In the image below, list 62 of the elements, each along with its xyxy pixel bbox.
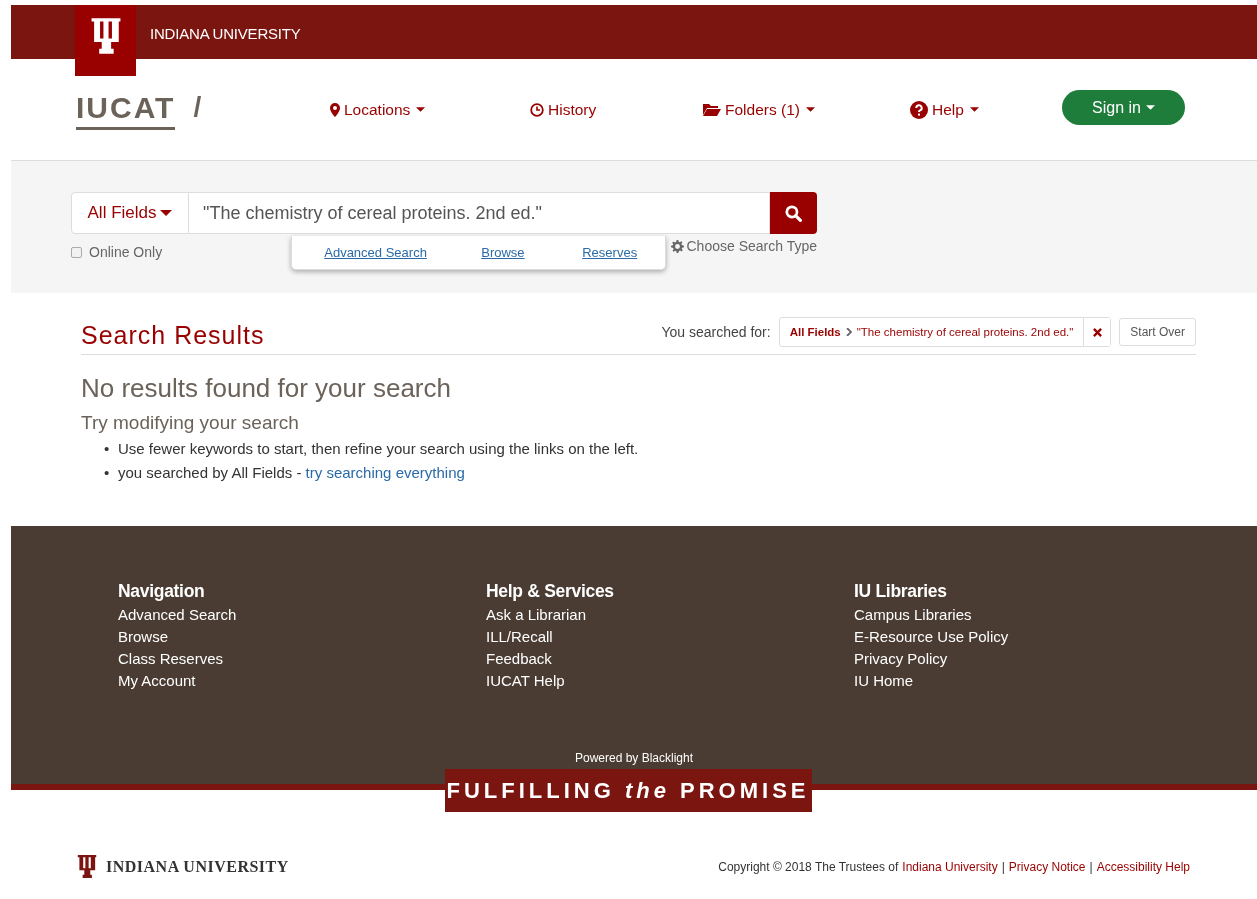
- gear-icon: [670, 239, 684, 253]
- footer-link[interactable]: Class Reserves: [118, 648, 486, 670]
- logo-slash: /: [193, 91, 202, 123]
- search-field-dropdown[interactable]: All Fields: [71, 192, 189, 234]
- footer-link[interactable]: Campus Libraries: [854, 604, 1222, 626]
- search-type-link[interactable]: Browse: [481, 245, 583, 260]
- caret-icon: [160, 210, 173, 216]
- caret-icon: [1145, 105, 1155, 110]
- choose-search-type-link[interactable]: Choose Search Type: [670, 238, 817, 254]
- bullet: •: [104, 464, 111, 482]
- close-icon: [1092, 327, 1102, 337]
- nav-link[interactable]: Folders (1): [703, 100, 910, 119]
- help-icon: [910, 100, 928, 119]
- online-only-checkbox[interactable]: Online Only: [71, 244, 292, 260]
- search-results-title: Search Results: [81, 321, 265, 350]
- folder-icon: [703, 103, 721, 116]
- search-type-link[interactable]: Reserves: [582, 245, 638, 260]
- trident-logo[interactable]: [75, 5, 136, 76]
- powered-by-text: Powered by Blacklight: [573, 751, 695, 765]
- nav-link[interactable]: Help: [910, 100, 1062, 119]
- chevron-icon: [845, 328, 852, 336]
- search-everything-link[interactable]: try searching everything: [305, 464, 465, 482]
- link-separator: |: [1089, 859, 1093, 874]
- footer-link[interactable]: Feedback: [486, 648, 854, 670]
- map-pin-icon: [330, 102, 340, 117]
- clock-icon: [530, 102, 544, 117]
- footer-link[interactable]: Browse: [118, 626, 486, 648]
- suggestion-text: Use fewer keywords to start, then refine your search using the links on the left.: [118, 440, 639, 458]
- footer-heading: Help & Services: [486, 581, 615, 602]
- bullet: •: [104, 440, 111, 458]
- nav-link[interactable]: Locations: [330, 100, 530, 119]
- slogan-banner: FULFILLING the PROMISE: [444, 769, 812, 812]
- footer-link[interactable]: Privacy Policy: [854, 648, 1222, 670]
- searched-for-label: You searched for:: [661, 324, 771, 340]
- footer-heading: Navigation: [118, 581, 206, 602]
- footer-heading: IU Libraries: [854, 581, 948, 602]
- site-logo[interactable]: IUCAT: [76, 91, 176, 130]
- footer-link[interactable]: Advanced Search: [118, 604, 486, 626]
- footer-link[interactable]: E-Resource Use Policy: [854, 626, 1222, 648]
- copyright-text: Copyright © 2018 The Trustees of: [718, 859, 899, 874]
- university-wordmark[interactable]: INDIANA UNIVERSITY: [106, 857, 289, 876]
- footer-bottom-link[interactable]: Privacy Notice: [1008, 859, 1086, 874]
- no-results-heading: No results found for your search: [81, 373, 452, 404]
- footer-link[interactable]: My Account: [118, 670, 486, 692]
- trident-icon: [76, 854, 98, 879]
- search-input[interactable]: "The chemistry of cereal proteins. 2nd ed.": [189, 192, 770, 234]
- university-name[interactable]: INDIANA UNIVERSITY: [150, 25, 301, 42]
- footer-link[interactable]: ILL/Recall: [486, 626, 854, 648]
- search-button[interactable]: [770, 192, 817, 234]
- search-type-link[interactable]: Advanced Search: [324, 245, 482, 260]
- footer-link[interactable]: IUCAT Help: [486, 670, 854, 692]
- suggestion-text: you searched by All Fields -: [118, 464, 303, 482]
- footer-link[interactable]: IU Home: [854, 670, 1222, 692]
- search-icon: [785, 204, 802, 222]
- start-over-button[interactable]: Start Over: [1119, 318, 1196, 346]
- suggestion-heading: Try modifying your search: [81, 412, 300, 434]
- sign-in-button[interactable]: Sign in: [1062, 90, 1185, 125]
- footer-link[interactable]: Ask a Librarian: [486, 604, 854, 626]
- footer-bottom-link[interactable]: Indiana University: [902, 859, 998, 874]
- nav-link[interactable]: History: [530, 100, 703, 119]
- link-separator: |: [1001, 859, 1005, 874]
- footer-bottom-link[interactable]: Accessibility Help: [1096, 859, 1190, 874]
